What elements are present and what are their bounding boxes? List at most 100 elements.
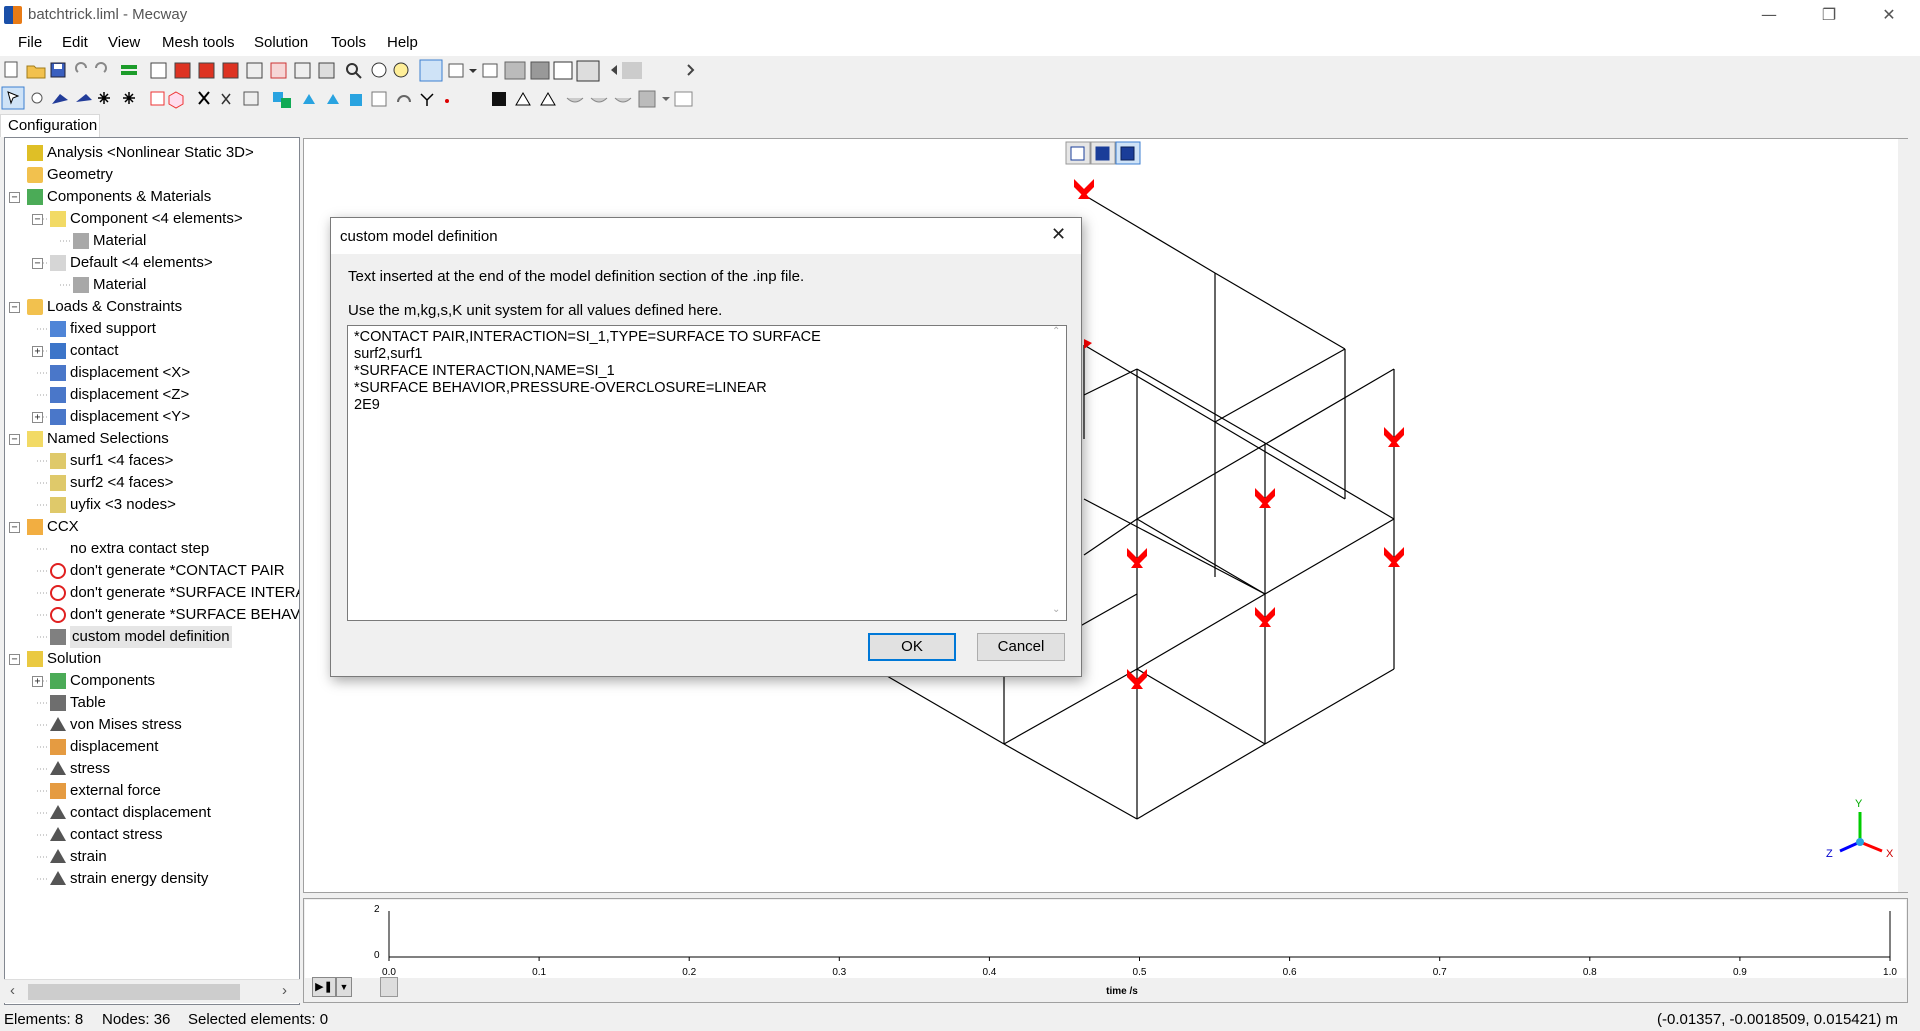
minimize-button[interactable]: —: [1746, 0, 1792, 30]
timeline-panel[interactable]: 2 0 0.0 0.1 0.2 0.3 0.4 0.5 0.6 0.7 0.8 0.9 1.0 ti…: [303, 898, 1908, 1003]
play-pause-button[interactable]: ▶❚: [312, 977, 336, 997]
dialog-close-icon[interactable]: ✕: [1051, 224, 1066, 245]
tree-item[interactable]: strain: [70, 846, 107, 868]
tree-item[interactable]: Loads & Constraints: [47, 296, 182, 318]
tree-expander[interactable]: +: [32, 346, 43, 357]
menu-mesh-tools[interactable]: Mesh tools: [162, 34, 235, 51]
ok-button[interactable]: OK: [868, 633, 956, 661]
tree-item[interactable]: stress: [70, 758, 110, 780]
configuration-tree[interactable]: Analysis <Nonlinear Static 3D> Geometry − C…: [4, 137, 300, 1005]
tree-item[interactable]: Solution: [47, 648, 101, 670]
tree-item[interactable]: uyfix <3 nodes>: [70, 494, 176, 516]
selection-tools-icons[interactable]: [31, 90, 693, 109]
scroll-left-icon[interactable]: [611, 65, 617, 75]
view-mode-buttons[interactable]: [1065, 141, 1141, 165]
hide-elements-icon[interactable]: [482, 63, 498, 78]
menu-help[interactable]: Help: [387, 34, 418, 51]
viewport-splitter[interactable]: [1898, 139, 1908, 892]
zoom-icon[interactable]: [346, 63, 358, 75]
timeline-y-tick-2: 2: [374, 904, 380, 915]
shaded-icon[interactable]: [530, 61, 550, 80]
select-mode-icon[interactable]: [419, 59, 443, 82]
tree-item[interactable]: Component <4 elements>: [70, 208, 243, 230]
tree-item[interactable]: don't generate *SURFACE INTERA: [70, 582, 299, 604]
menu-solution[interactable]: Solution: [254, 34, 308, 51]
open-folder-icon[interactable]: [26, 65, 46, 79]
outline-icon[interactable]: [553, 61, 573, 80]
tree-expander[interactable]: −: [9, 434, 20, 445]
tree-item[interactable]: external force: [70, 780, 161, 802]
tree-item[interactable]: CCX: [47, 516, 79, 538]
scroll-right-icon[interactable]: [687, 64, 695, 76]
tree-expander[interactable]: −: [9, 654, 20, 665]
tree-item[interactable]: Components: [70, 670, 155, 692]
tree-expander[interactable]: −: [32, 214, 43, 225]
tree-item[interactable]: contact: [70, 340, 118, 362]
redo-icon[interactable]: [95, 62, 107, 73]
restore-button[interactable]: ❐: [1806, 0, 1852, 30]
tree-item[interactable]: custom model definition: [70, 626, 232, 648]
tree-item[interactable]: contact displacement: [70, 802, 211, 824]
menu-tools[interactable]: Tools: [331, 34, 366, 51]
tree-item[interactable]: surf2 <4 faces>: [70, 472, 173, 494]
scroll-right-arrow-icon[interactable]: ›: [282, 982, 287, 999]
tree-item[interactable]: surf1 <4 faces>: [70, 450, 173, 472]
new-file-icon[interactable]: [4, 61, 18, 78]
rotate-icon[interactable]: [371, 62, 387, 78]
tree-expander[interactable]: −: [32, 258, 43, 269]
node-selection-icon: [50, 497, 66, 513]
tree-expander[interactable]: −: [9, 302, 20, 313]
textarea-scroll-up-icon[interactable]: ⌃: [1052, 326, 1060, 337]
tree-item[interactable]: fixed support: [70, 318, 156, 340]
scroll-left-arrow-icon[interactable]: ‹: [10, 982, 15, 999]
tree-item[interactable]: von Mises stress: [70, 714, 182, 736]
menu-view[interactable]: View: [108, 34, 140, 51]
tree-item[interactable]: don't generate *SURFACE BEHAV: [70, 604, 299, 626]
tree-item[interactable]: Named Selections: [47, 428, 169, 450]
play-options-dropdown[interactable]: ▼: [336, 977, 352, 997]
mesh-quality-icon[interactable]: [121, 65, 137, 69]
sidebar-horizontal-scrollbar[interactable]: ‹ ›: [4, 979, 300, 1003]
material-icon: [73, 233, 89, 249]
tree-item[interactable]: Components & Materials: [47, 186, 211, 208]
tree-item[interactable]: Table: [70, 692, 106, 714]
menu-file[interactable]: File: [18, 34, 42, 51]
custom-definition-icon: [50, 629, 66, 645]
tree-item[interactable]: Default <4 elements>: [70, 252, 213, 274]
tree-item[interactable]: displacement <Y>: [70, 406, 190, 428]
custom-definition-textarea[interactable]: *CONTACT PAIR,INTERACTION=SI_1,TYPE=SURF…: [347, 325, 1067, 621]
tree-expander[interactable]: +: [32, 676, 43, 687]
close-window-button[interactable]: ✕: [1866, 0, 1912, 30]
selection-filter-icon[interactable]: [448, 63, 464, 78]
textarea-scroll-down-icon[interactable]: ⌄: [1052, 604, 1060, 615]
tree-item[interactable]: displacement <Z>: [70, 384, 189, 406]
tree-item[interactable]: Material: [93, 230, 146, 252]
scrollbar-thumb[interactable]: [28, 984, 240, 1000]
tab-configuration[interactable]: Configuration: [0, 114, 100, 137]
textarea-scrollbar[interactable]: ⌃ ⌄: [1048, 326, 1066, 620]
tree-item[interactable]: strain energy density: [70, 868, 208, 890]
tree-expander[interactable]: −: [9, 192, 20, 203]
tree-item[interactable]: no extra contact step: [70, 538, 209, 560]
zoom-fit-icon[interactable]: [393, 62, 409, 78]
mesh-view-icon[interactable]: [576, 60, 600, 82]
dropdown-arrow-icon[interactable]: [469, 69, 477, 73]
tree-item[interactable]: don't generate *CONTACT PAIR: [70, 560, 285, 582]
displacement-constraint-icon: [50, 387, 66, 403]
tree-item[interactable]: contact stress: [70, 824, 163, 846]
tree-expander[interactable]: −: [9, 522, 20, 533]
tree-expander[interactable]: +: [32, 412, 43, 423]
view-cube-icons[interactable]: [150, 62, 335, 79]
zoom-icon-handle: [355, 72, 362, 79]
tree-item[interactable]: Material: [93, 274, 146, 296]
tree-item[interactable]: displacement: [70, 736, 158, 758]
tree-item[interactable]: Geometry: [47, 164, 113, 186]
triangle-icon: [50, 849, 66, 863]
menu-edit[interactable]: Edit: [62, 34, 88, 51]
cancel-button[interactable]: Cancel: [977, 633, 1065, 661]
tree-item[interactable]: Analysis <Nonlinear Static 3D>: [47, 142, 254, 164]
wireframe-icon[interactable]: [504, 61, 526, 80]
tree-item[interactable]: displacement <X>: [70, 362, 190, 384]
timeline-slider-thumb[interactable]: [380, 977, 398, 997]
undo-icon[interactable]: [75, 62, 87, 73]
